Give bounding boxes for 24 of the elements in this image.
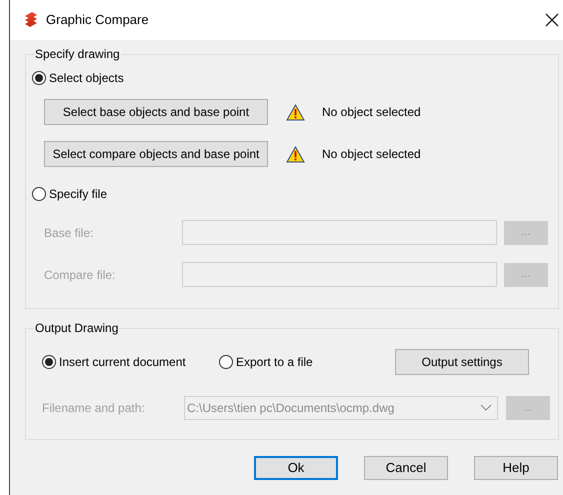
field-label: Filename and path: [42,400,146,417]
field-label: Compare file: [44,266,116,284]
radio-button[interactable] [32,187,46,201]
radio-label: Insert current document [59,354,186,371]
dialog-button[interactable]: Cancel [364,456,448,480]
radio-label: Export to a file [236,354,313,371]
radio-label: Specify file [49,186,108,203]
output-settings-button[interactable]: Output settings [395,349,529,375]
group-title: Output Drawing [34,320,120,336]
close-icon[interactable] [545,13,559,27]
status-text: No object selected [322,146,421,163]
window-title: Graphic Compare [46,11,149,30]
group-title: Specify drawing [34,46,121,62]
radio-button[interactable] [42,355,56,369]
radio-label: Select objects [49,70,124,87]
dialog-button[interactable]: Help [474,456,558,480]
radio-button[interactable] [32,71,46,85]
select-objects-button[interactable]: Select base objects and base point [44,99,268,125]
radio-button[interactable] [219,355,233,369]
dialog-button[interactable]: Ok [254,456,338,480]
field-label: Base file: [44,224,94,242]
select-objects-button[interactable]: Select compare objects and base point [44,141,268,167]
status-text: No object selected [322,104,421,121]
chevron-down-icon [480,404,492,412]
